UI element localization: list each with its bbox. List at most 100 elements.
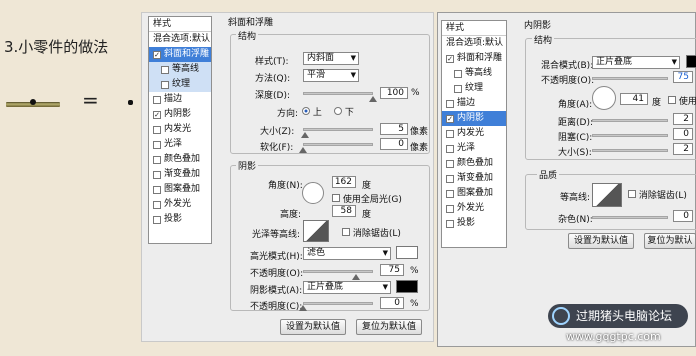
style-item[interactable]: 图案叠加 <box>149 182 211 197</box>
style-checkbox[interactable] <box>161 65 169 74</box>
style-item[interactable]: 渐变叠加 <box>442 171 506 186</box>
style-item[interactable]: 外发光 <box>442 201 506 216</box>
style-item[interactable]: 颜色叠加 <box>149 152 211 167</box>
style-item[interactable]: 内发光 <box>442 126 506 141</box>
highlight-opacity-slider[interactable] <box>303 270 373 273</box>
distance-input[interactable]: 2 <box>673 113 693 125</box>
style-item[interactable]: 内发光 <box>149 122 211 137</box>
style-checkbox[interactable] <box>446 189 454 198</box>
blend-color-swatch[interactable] <box>686 55 696 68</box>
style-checkbox[interactable] <box>161 80 169 89</box>
depth-slider[interactable] <box>303 92 373 95</box>
opacity-slider[interactable] <box>592 77 668 80</box>
angle-input-2[interactable]: 41 <box>620 93 648 105</box>
depth-slider-thumb[interactable] <box>369 96 377 102</box>
blend-mode-select[interactable]: 正片叠底 ▼ <box>592 56 680 69</box>
style-checkbox[interactable]: ✓ <box>153 50 161 59</box>
style-item[interactable]: ✓ 内阴影 <box>442 111 506 126</box>
antialias-checkbox[interactable]: 消除锯齿(L) <box>342 226 401 239</box>
reset-default-button-2[interactable]: 复位为默认 <box>644 233 696 249</box>
direction-down-radio[interactable]: 下 <box>334 105 354 118</box>
noise-slider[interactable] <box>592 216 668 219</box>
distance-slider[interactable] <box>592 119 668 122</box>
soften-slider-thumb[interactable] <box>299 147 307 153</box>
style-item[interactable]: 纹理 <box>149 77 211 92</box>
style-checkbox[interactable] <box>446 99 454 108</box>
soften-slider[interactable] <box>303 143 373 146</box>
style-item[interactable]: 混合选项:默认 <box>149 32 211 47</box>
soften-input[interactable]: 0 <box>380 138 408 150</box>
style-item[interactable]: 外发光 <box>149 197 211 212</box>
style-item[interactable]: ✓ 斜面和浮雕 <box>442 51 506 66</box>
size-slider-2[interactable] <box>592 149 668 152</box>
style-checkbox[interactable] <box>153 215 161 224</box>
style-checkbox[interactable]: ✓ <box>153 110 161 119</box>
style-checkbox[interactable]: ✓ <box>446 54 454 63</box>
style-item[interactable]: 纹理 <box>442 81 506 96</box>
style-checkbox[interactable] <box>446 159 454 168</box>
style-checkbox[interactable] <box>454 84 462 93</box>
gloss-contour-picker[interactable] <box>303 220 329 242</box>
style-checkbox[interactable] <box>153 155 161 164</box>
noise-input[interactable]: 0 <box>673 210 693 222</box>
style-checkbox[interactable] <box>446 174 454 183</box>
size-slider-thumb[interactable] <box>301 132 310 138</box>
style-select[interactable]: 内斜面 ▼ <box>303 52 359 65</box>
angle-input[interactable]: 162 <box>332 176 356 188</box>
style-item[interactable]: 颜色叠加 <box>442 156 506 171</box>
size-input[interactable]: 5 <box>380 123 408 135</box>
style-checkbox[interactable] <box>153 185 161 194</box>
style-item[interactable]: 投影 <box>149 212 211 227</box>
style-checkbox[interactable] <box>153 170 161 179</box>
choke-slider[interactable] <box>592 134 668 137</box>
highlight-color-swatch[interactable] <box>396 246 418 259</box>
set-default-button-2[interactable]: 设置为默认值 <box>568 233 634 249</box>
style-item[interactable]: 等高线 <box>442 66 506 81</box>
shadow-opacity-input[interactable]: 0 <box>380 297 404 309</box>
reset-default-button[interactable]: 复位为默认值 <box>356 319 422 335</box>
style-checkbox[interactable] <box>153 95 161 104</box>
style-item[interactable]: 渐变叠加 <box>149 167 211 182</box>
highlight-opacity-input[interactable]: 75 <box>380 264 404 276</box>
opacity-input[interactable]: 75 <box>673 71 693 83</box>
shadow-opacity-thumb[interactable] <box>299 305 307 311</box>
style-item[interactable]: ✓ 内阴影 <box>149 107 211 122</box>
style-item[interactable]: ✓ 斜面和浮雕 <box>149 47 211 62</box>
choke-input[interactable]: 0 <box>673 128 693 140</box>
style-checkbox[interactable]: ✓ <box>446 114 454 123</box>
style-checkbox[interactable] <box>153 140 161 149</box>
angle-dial[interactable] <box>302 182 324 204</box>
style-item[interactable]: 图案叠加 <box>442 186 506 201</box>
highlight-mode-select[interactable]: 滤色 ▼ <box>303 247 391 260</box>
size-input-2[interactable]: 2 <box>673 143 693 155</box>
style-checkbox[interactable] <box>446 219 454 228</box>
contour-picker[interactable] <box>592 183 622 207</box>
style-item[interactable]: 投影 <box>442 216 506 231</box>
shadow-opacity-slider[interactable] <box>303 302 373 305</box>
size-slider[interactable] <box>303 128 373 131</box>
style-checkbox[interactable] <box>153 200 161 209</box>
style-checkbox[interactable] <box>446 129 454 138</box>
depth-input[interactable]: 100 <box>380 87 408 99</box>
highlight-opacity-thumb[interactable] <box>351 274 360 280</box>
method-select[interactable]: 平滑 ▼ <box>303 69 359 82</box>
global-light-checkbox-2[interactable]: 使用 <box>668 94 696 107</box>
style-checkbox[interactable] <box>446 144 454 153</box>
set-default-button[interactable]: 设置为默认值 <box>280 319 346 335</box>
direction-up-radio[interactable]: 上 <box>302 105 322 118</box>
style-item[interactable]: 描边 <box>442 96 506 111</box>
global-light-checkbox[interactable]: 使用全局光(G) <box>332 192 402 205</box>
shadow-color-swatch[interactable] <box>396 280 418 293</box>
style-item[interactable]: 光泽 <box>442 141 506 156</box>
style-item[interactable]: 等高线 <box>149 62 211 77</box>
altitude-input[interactable]: 58 <box>332 205 356 217</box>
antialias-checkbox-2[interactable]: 消除锯齿(L) <box>628 188 687 201</box>
style-checkbox[interactable] <box>454 69 462 78</box>
style-item[interactable]: 混合选项:默认 <box>442 36 506 51</box>
style-checkbox[interactable] <box>153 125 161 134</box>
style-checkbox[interactable] <box>446 204 454 213</box>
style-item[interactable]: 光泽 <box>149 137 211 152</box>
shadow-mode-select[interactable]: 正片叠底 ▼ <box>303 281 391 294</box>
style-item[interactable]: 描边 <box>149 92 211 107</box>
angle-dial-2[interactable] <box>592 86 616 110</box>
